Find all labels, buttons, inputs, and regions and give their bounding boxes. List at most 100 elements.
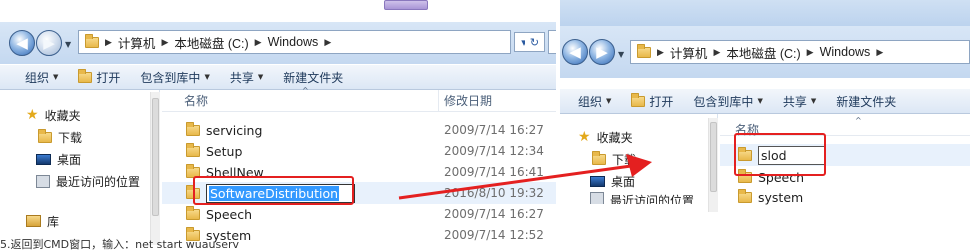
nav-desktop-label: 桌面: [57, 152, 82, 167]
share-menu[interactable]: 共享 ▼: [773, 93, 826, 110]
organize-menu[interactable]: 组织 ▼: [568, 93, 621, 110]
chevron-down-icon: ▼: [606, 97, 612, 105]
new-folder-label: 新建文件夹: [836, 94, 897, 109]
include-in-library-menu[interactable]: 包含到库中 ▼: [130, 69, 219, 86]
chevron-right-icon: ▶: [876, 46, 884, 57]
open-icon: [631, 92, 646, 107]
left-address-row: ◀ ▶ ▼ ▶ 计算机 ▶ 本地磁盘 (C:) ▶ Windows ▶ ▾ ↻: [0, 22, 556, 64]
search-box[interactable]: [548, 30, 556, 54]
breadcrumb-drive[interactable]: 本地磁盘 (C:): [174, 33, 248, 52]
sort-caret-icon: ^: [855, 116, 862, 125]
history-dropdown-icon[interactable]: ▼: [618, 50, 624, 59]
desktop-icon: [36, 153, 51, 165]
file-name: Speech: [206, 206, 253, 222]
nav-favorites-label: 收藏夹: [596, 130, 633, 145]
star-icon: ★: [578, 129, 591, 145]
star-icon: ★: [26, 107, 39, 123]
nav-scrollbar-thumb[interactable]: [710, 122, 717, 192]
folder-icon: [637, 43, 651, 58]
open-label: 打开: [649, 94, 674, 109]
folder-icon: [738, 188, 752, 203]
new-folder-label: 新建文件夹: [283, 70, 344, 85]
left-navigation-pane: ★ 收藏夹 下载 桌面 最近访问的位置 库: [0, 90, 160, 245]
include-in-library-menu[interactable]: 包含到库中 ▼: [683, 93, 772, 110]
nav-favorites-label: 收藏夹: [44, 108, 81, 123]
organize-label: 组织: [25, 70, 50, 85]
nav-downloads[interactable]: 下载: [26, 126, 159, 148]
forward-icon[interactable]: ▶: [36, 30, 62, 56]
file-row[interactable]: system: [720, 186, 970, 208]
new-folder-button[interactable]: 新建文件夹: [273, 69, 353, 86]
file-name: Setup: [206, 143, 243, 159]
folder-icon: [186, 205, 200, 220]
file-row[interactable]: Speech 2009/7/14 16:27: [162, 203, 556, 225]
nav-recent-label: 最近访问的位置: [56, 174, 141, 189]
left-explorer-window: ◀ ▶ ▼ ▶ 计算机 ▶ 本地磁盘 (C:) ▶ Windows ▶ ▾ ↻ …: [0, 0, 556, 245]
organize-menu[interactable]: 组织 ▼: [15, 69, 68, 86]
folder-icon: [186, 142, 200, 157]
breadcrumb-windows[interactable]: Windows: [268, 35, 319, 49]
right-address-row: ◀ ▶ ▼ ▶ 计算机 ▶ 本地磁盘 (C:) ▶ Windows ▶: [560, 26, 970, 78]
breadcrumb-drive[interactable]: 本地磁盘 (C:): [726, 43, 800, 62]
annotation-highlight-box: [734, 133, 826, 176]
address-bar[interactable]: ▶ 计算机 ▶ 本地磁盘 (C:) ▶ Windows ▶: [78, 30, 511, 54]
nav-desktop[interactable]: 桌面: [26, 148, 159, 170]
back-icon[interactable]: ◀: [562, 39, 588, 65]
chevron-right-icon: ▶: [806, 46, 814, 57]
file-date: 2009/7/14 16:27: [444, 123, 544, 137]
nav-scrollbar[interactable]: [150, 92, 160, 245]
chevron-right-icon: ▶: [324, 36, 332, 47]
recent-icon: [36, 174, 50, 188]
nav-scrollbar[interactable]: [708, 118, 718, 212]
arrow-shaft: [398, 164, 632, 200]
chevron-right-icon: ▶: [105, 36, 112, 47]
open-button[interactable]: 打开: [68, 68, 130, 86]
forward-icon[interactable]: ▶: [589, 39, 615, 65]
column-name-header[interactable]: 名称: [184, 92, 208, 109]
right-title-strip: [560, 0, 970, 26]
share-menu[interactable]: 共享 ▼: [220, 69, 273, 86]
nav-favorites[interactable]: ★ 收藏夹: [26, 104, 159, 126]
folder-icon: [85, 33, 99, 48]
top-scroll-nub: [384, 0, 428, 10]
share-label: 共享: [782, 94, 807, 109]
column-date-header[interactable]: 修改日期: [444, 92, 492, 109]
include-label: 包含到库中: [140, 70, 201, 85]
breadcrumb-windows[interactable]: Windows: [820, 45, 871, 59]
chevron-down-icon: ▼: [53, 73, 59, 81]
column-header-row: 名称 ^ 修改日期: [162, 86, 556, 112]
chevron-down-icon: ▼: [257, 73, 264, 81]
breadcrumb-computer[interactable]: 计算机: [670, 43, 708, 62]
open-label: 打开: [96, 70, 121, 85]
nav-scrollbar-thumb[interactable]: [152, 98, 159, 216]
open-button[interactable]: 打开: [621, 92, 683, 110]
share-label: 共享: [229, 70, 254, 85]
right-command-bar: 组织 ▼ 打开 包含到库中 ▼ 共享 ▼ 新建文件夹: [560, 88, 970, 114]
annotation-arrow: [398, 154, 652, 200]
file-name: system: [758, 189, 804, 205]
nav-recent[interactable]: 最近访问的位置: [26, 170, 159, 192]
chevron-right-icon: ▶: [161, 36, 169, 47]
nav-libraries[interactable]: 库: [26, 210, 159, 232]
file-name: servicing: [206, 122, 263, 138]
refresh-icon[interactable]: ↻: [525, 32, 545, 52]
include-label: 包含到库中: [693, 94, 754, 109]
nav-downloads-label: 下载: [58, 130, 83, 145]
organize-label: 组织: [578, 94, 603, 109]
new-folder-button[interactable]: 新建文件夹: [826, 93, 906, 110]
folder-icon: [186, 121, 200, 136]
address-bar[interactable]: ▶ 计算机 ▶ 本地磁盘 (C:) ▶ Windows ▶: [630, 40, 970, 64]
sort-caret-icon: ^: [302, 86, 309, 95]
breadcrumb-computer[interactable]: 计算机: [118, 33, 156, 52]
file-row[interactable]: servicing 2009/7/14 16:27: [162, 119, 556, 141]
file-date: 2009/7/14 12:52: [444, 228, 544, 242]
downloads-icon: [38, 128, 52, 143]
history-dropdown-icon[interactable]: ▼: [65, 40, 71, 49]
annotation-highlight-box: [193, 176, 354, 205]
chevron-right-icon: ▶: [713, 46, 721, 57]
nav-libraries-label: 库: [47, 214, 60, 229]
back-icon[interactable]: ◀: [9, 30, 35, 56]
nav-favorites[interactable]: ★ 收藏夹: [578, 126, 717, 148]
arrow-head: [626, 154, 652, 177]
chevron-down-icon: ▼: [757, 97, 763, 105]
